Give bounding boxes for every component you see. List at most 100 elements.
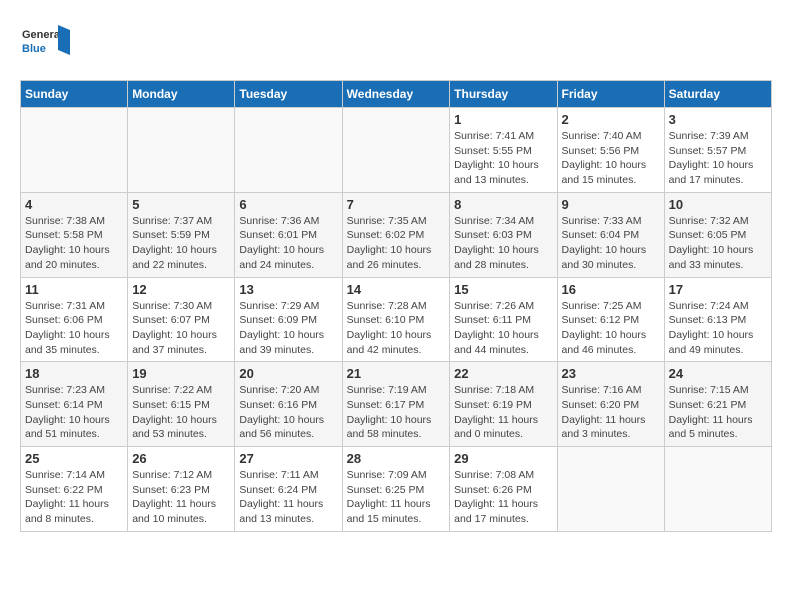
day-number: 11: [25, 282, 123, 297]
calendar-week-4: 18 Sunrise: 7:23 AMSunset: 6:14 PMDayligh…: [21, 362, 772, 447]
day-info: Sunrise: 7:22 AMSunset: 6:15 PMDaylight:…: [132, 383, 230, 442]
calendar-week-1: 1Sunrise: 7:41 AMSunset: 5:55 PMDaylight…: [21, 108, 772, 193]
calendar-cell: 5 Sunrise: 7:37 AMSunset: 5:59 PMDaylight…: [128, 192, 235, 277]
calendar-cell: 24 Sunrise: 7:15 AMSunset: 6:21 PMDayligh…: [664, 362, 771, 447]
day-number: 8: [454, 197, 552, 212]
calendar-cell: [235, 108, 342, 193]
calendar-cell: 26Sunrise: 7:12 AMSunset: 6:23 PMDayligh…: [128, 447, 235, 532]
calendar-header-thursday: Thursday: [450, 81, 557, 108]
day-info: Sunrise: 7:38 AMSunset: 5:58 PMDaylight:…: [25, 214, 123, 273]
day-number: 5: [132, 197, 230, 212]
day-number: 28: [347, 451, 446, 466]
calendar-header-tuesday: Tuesday: [235, 81, 342, 108]
day-info: Sunrise: 7:14 AMSunset: 6:22 PMDaylight:…: [25, 468, 123, 527]
day-info: Sunrise: 7:37 AMSunset: 5:59 PMDaylight:…: [132, 214, 230, 273]
day-number: 7: [347, 197, 446, 212]
calendar-header-saturday: Saturday: [664, 81, 771, 108]
day-number: 15: [454, 282, 552, 297]
calendar-cell: 14 Sunrise: 7:28 AMSunset: 6:10 PMDayligh…: [342, 277, 450, 362]
calendar-cell: 3 Sunrise: 7:39 AMSunset: 5:57 PMDaylight…: [664, 108, 771, 193]
day-number: 20: [239, 366, 337, 381]
calendar-cell: 9 Sunrise: 7:33 AMSunset: 6:04 PMDaylight…: [557, 192, 664, 277]
day-number: 14: [347, 282, 446, 297]
calendar-cell: 15 Sunrise: 7:26 AMSunset: 6:11 PMDayligh…: [450, 277, 557, 362]
svg-text:Blue: Blue: [22, 43, 46, 55]
calendar-cell: 20 Sunrise: 7:20 AMSunset: 6:16 PMDayligh…: [235, 362, 342, 447]
calendar-cell: 2 Sunrise: 7:40 AMSunset: 5:56 PMDaylight…: [557, 108, 664, 193]
day-info: Sunrise: 7:29 AMSunset: 6:09 PMDaylight:…: [239, 299, 337, 358]
logo: General Blue: [20, 20, 70, 70]
calendar-week-3: 11Sunrise: 7:31 AMSunset: 6:06 PMDayligh…: [21, 277, 772, 362]
day-info: Sunrise: 7:33 AMSunset: 6:04 PMDaylight:…: [562, 214, 660, 273]
day-info: Sunrise: 7:39 AMSunset: 5:57 PMDaylight:…: [669, 129, 767, 188]
day-number: 13: [239, 282, 337, 297]
day-info: Sunrise: 7:35 AMSunset: 6:02 PMDaylight:…: [347, 214, 446, 273]
day-number: 17: [669, 282, 767, 297]
day-number: 4: [25, 197, 123, 212]
day-info: Sunrise: 7:32 AMSunset: 6:05 PMDaylight:…: [669, 214, 767, 273]
day-info: Sunrise: 7:08 AMSunset: 6:26 PMDaylight:…: [454, 468, 552, 527]
calendar-cell: 29 Sunrise: 7:08 AMSunset: 6:26 PMDayligh…: [450, 447, 557, 532]
day-number: 24: [669, 366, 767, 381]
calendar-cell: 28 Sunrise: 7:09 AMSunset: 6:25 PMDayligh…: [342, 447, 450, 532]
day-number: 22: [454, 366, 552, 381]
day-number: 18: [25, 366, 123, 381]
day-number: 25: [25, 451, 123, 466]
calendar-header-sunday: Sunday: [21, 81, 128, 108]
day-info: Sunrise: 7:12 AMSunset: 6:23 PMDaylight:…: [132, 468, 230, 527]
day-info: Sunrise: 7:09 AMSunset: 6:25 PMDaylight:…: [347, 468, 446, 527]
day-info: Sunrise: 7:36 AMSunset: 6:01 PMDaylight:…: [239, 214, 337, 273]
svg-text:General: General: [22, 29, 63, 41]
calendar-cell: [128, 108, 235, 193]
calendar-cell: 21Sunrise: 7:19 AMSunset: 6:17 PMDayligh…: [342, 362, 450, 447]
page-header: General Blue: [20, 20, 772, 70]
day-number: 3: [669, 112, 767, 127]
day-info: Sunrise: 7:28 AMSunset: 6:10 PMDaylight:…: [347, 299, 446, 358]
calendar-cell: 13 Sunrise: 7:29 AMSunset: 6:09 PMDayligh…: [235, 277, 342, 362]
day-info: Sunrise: 7:20 AMSunset: 6:16 PMDaylight:…: [239, 383, 337, 442]
day-info: Sunrise: 7:41 AMSunset: 5:55 PMDaylight:…: [454, 129, 552, 188]
day-number: 29: [454, 451, 552, 466]
calendar-cell: 4 Sunrise: 7:38 AMSunset: 5:58 PMDaylight…: [21, 192, 128, 277]
day-number: 27: [239, 451, 337, 466]
day-info: Sunrise: 7:16 AMSunset: 6:20 PMDaylight:…: [562, 383, 660, 442]
calendar-cell: 18 Sunrise: 7:23 AMSunset: 6:14 PMDayligh…: [21, 362, 128, 447]
calendar-cell: 17 Sunrise: 7:24 AMSunset: 6:13 PMDayligh…: [664, 277, 771, 362]
day-info: Sunrise: 7:24 AMSunset: 6:13 PMDaylight:…: [669, 299, 767, 358]
calendar-cell: [664, 447, 771, 532]
day-number: 6: [239, 197, 337, 212]
calendar-week-2: 4 Sunrise: 7:38 AMSunset: 5:58 PMDaylight…: [21, 192, 772, 277]
day-info: Sunrise: 7:19 AMSunset: 6:17 PMDaylight:…: [347, 383, 446, 442]
calendar-week-5: 25 Sunrise: 7:14 AMSunset: 6:22 PMDayligh…: [21, 447, 772, 532]
calendar-cell: [342, 108, 450, 193]
day-info: Sunrise: 7:11 AMSunset: 6:24 PMDaylight:…: [239, 468, 337, 527]
calendar-cell: 22 Sunrise: 7:18 AMSunset: 6:19 PMDayligh…: [450, 362, 557, 447]
day-info: Sunrise: 7:26 AMSunset: 6:11 PMDaylight:…: [454, 299, 552, 358]
calendar-cell: 23 Sunrise: 7:16 AMSunset: 6:20 PMDayligh…: [557, 362, 664, 447]
day-info: Sunrise: 7:30 AMSunset: 6:07 PMDaylight:…: [132, 299, 230, 358]
day-info: Sunrise: 7:23 AMSunset: 6:14 PMDaylight:…: [25, 383, 123, 442]
calendar-cell: 25 Sunrise: 7:14 AMSunset: 6:22 PMDayligh…: [21, 447, 128, 532]
calendar-header-row: SundayMondayTuesdayWednesdayThursdayFrid…: [21, 81, 772, 108]
calendar-cell: 16Sunrise: 7:25 AMSunset: 6:12 PMDayligh…: [557, 277, 664, 362]
day-number: 10: [669, 197, 767, 212]
calendar-cell: 12Sunrise: 7:30 AMSunset: 6:07 PMDayligh…: [128, 277, 235, 362]
calendar-cell: 27 Sunrise: 7:11 AMSunset: 6:24 PMDayligh…: [235, 447, 342, 532]
day-number: 2: [562, 112, 660, 127]
calendar-cell: 1Sunrise: 7:41 AMSunset: 5:55 PMDaylight…: [450, 108, 557, 193]
day-number: 9: [562, 197, 660, 212]
day-number: 23: [562, 366, 660, 381]
calendar-cell: 8Sunrise: 7:34 AMSunset: 6:03 PMDaylight…: [450, 192, 557, 277]
calendar-cell: 19 Sunrise: 7:22 AMSunset: 6:15 PMDayligh…: [128, 362, 235, 447]
day-info: Sunrise: 7:25 AMSunset: 6:12 PMDaylight:…: [562, 299, 660, 358]
calendar-cell: 11Sunrise: 7:31 AMSunset: 6:06 PMDayligh…: [21, 277, 128, 362]
day-info: Sunrise: 7:15 AMSunset: 6:21 PMDaylight:…: [669, 383, 767, 442]
day-info: Sunrise: 7:40 AMSunset: 5:56 PMDaylight:…: [562, 129, 660, 188]
day-info: Sunrise: 7:18 AMSunset: 6:19 PMDaylight:…: [454, 383, 552, 442]
calendar-table: SundayMondayTuesdayWednesdayThursdayFrid…: [20, 80, 772, 532]
calendar-cell: 7 Sunrise: 7:35 AMSunset: 6:02 PMDaylight…: [342, 192, 450, 277]
general-blue-logo-icon: General Blue: [20, 20, 70, 70]
day-number: 19: [132, 366, 230, 381]
calendar-cell: [557, 447, 664, 532]
calendar-header-monday: Monday: [128, 81, 235, 108]
